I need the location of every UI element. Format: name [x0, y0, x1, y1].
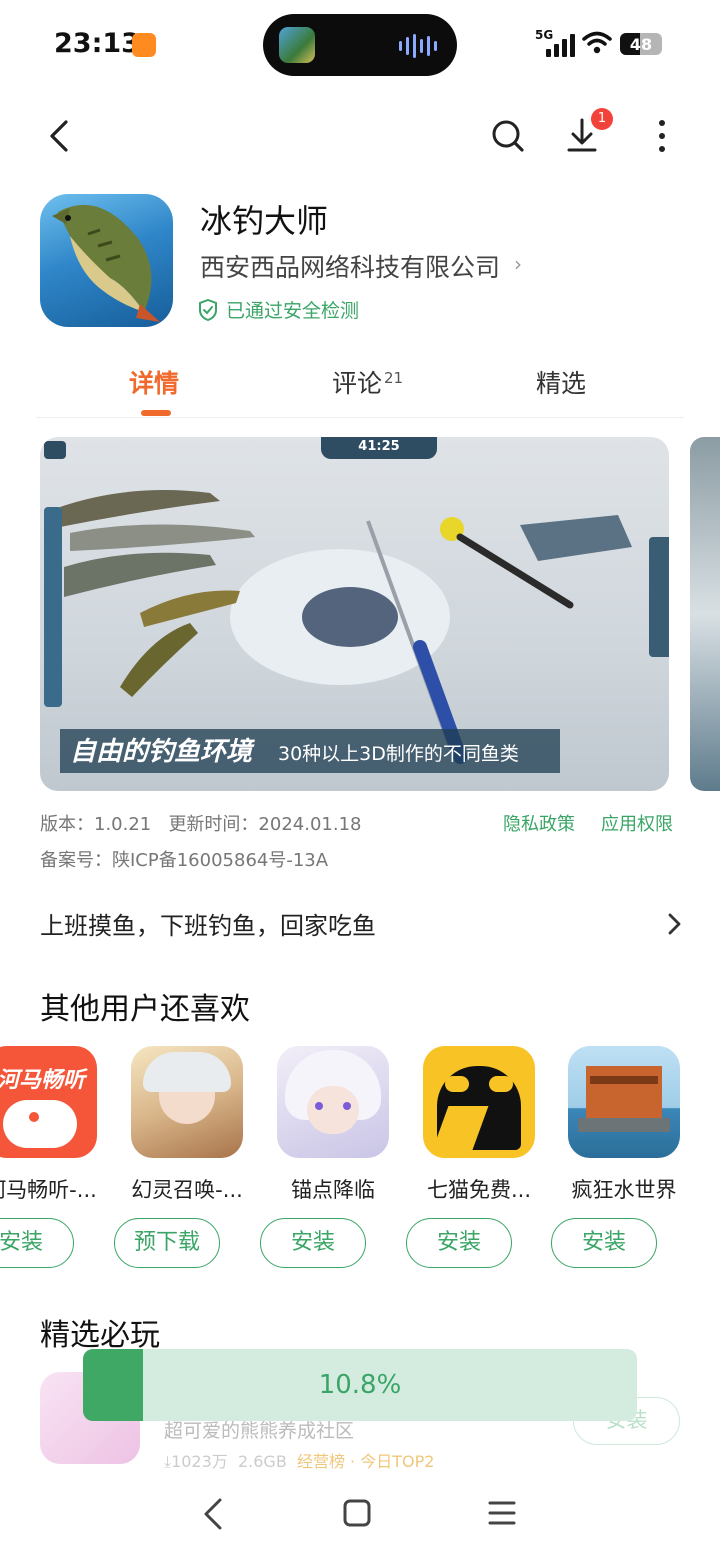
anime-white-hair-icon [277, 1046, 389, 1158]
download-count-badge: 1 [591, 108, 613, 130]
version-info: 版本：1.0.21 更新时间：2024.01.18 [40, 810, 362, 836]
rec-app-name: 河马畅听-... [0, 1178, 97, 1202]
rec-app-5[interactable]: 疯狂水世界 安装 [551, 1046, 680, 1268]
rec-app-name: 幻灵召唤-... [131, 1178, 243, 1202]
safety-badge[interactable]: 已通过安全检测 [198, 296, 359, 323]
app-permissions-link[interactable]: 应用权限 [601, 810, 673, 836]
fish-icon [52, 204, 160, 322]
featured-downloads: ⤓1023万 [164, 1452, 228, 1471]
featured-size: 2.6GB [237, 1452, 287, 1471]
dynamic-island[interactable] [263, 14, 457, 76]
chevron-right-icon[interactable] [664, 910, 684, 938]
hippo-icon: 河马畅听 [0, 1046, 97, 1158]
section-title-featured: 精选必玩 [40, 1318, 160, 1353]
top-navigation [0, 100, 720, 172]
battery-percent: 48 [629, 35, 653, 54]
screenshot-caption-title: 自由的钓鱼环境 [70, 737, 253, 767]
privacy-policy-link[interactable]: 隐私政策 [503, 810, 575, 836]
pre-download-button[interactable]: 预下载 [114, 1218, 220, 1268]
depth-gauge [44, 507, 62, 707]
app-icon [40, 194, 173, 327]
battery-icon: 48 [620, 33, 662, 55]
install-button[interactable]: 安装 [551, 1218, 657, 1268]
audio-wave-icon [399, 34, 437, 58]
install-button[interactable]: 安装 [260, 1218, 366, 1268]
notification-app-icon [132, 33, 156, 57]
tab-details-label: 详情 [129, 369, 180, 398]
tab-featured[interactable]: 精选 [536, 364, 586, 400]
rec-app-name: 疯狂水世界 [571, 1178, 677, 1202]
search-icon[interactable] [486, 114, 530, 158]
rec-app-2[interactable]: 幻灵召唤-... 预下载 [114, 1046, 243, 1268]
status-time: 23:13 [54, 28, 140, 59]
island-app-thumbnail [279, 27, 315, 63]
update-time-text: 更新时间：2024.01.18 [168, 814, 362, 835]
featured-rank-tag: 经营榜 · 今日TOP2 [296, 1452, 435, 1471]
version-text: 版本：1.0.21 [40, 814, 152, 835]
screenshot-caption-subtitle: 30种以上3D制作的不同鱼类 [278, 743, 519, 765]
developer-name[interactable]: 西安西品网络科技有限公司 [200, 248, 500, 284]
nav-home-icon[interactable] [342, 1498, 372, 1528]
rec-app-4[interactable]: 七猫免费... 安装 [406, 1046, 535, 1268]
tab-details[interactable]: 详情 [129, 364, 179, 400]
signal-icon [546, 33, 575, 57]
more-options-icon[interactable] [640, 114, 684, 158]
active-tab-indicator [141, 410, 171, 416]
safety-text: 已通过安全检测 [226, 300, 360, 322]
hippo-icon-text: 河马畅听 [0, 1068, 85, 1093]
tab-reviews[interactable]: 评论 21 [332, 364, 403, 400]
raft-house-icon [568, 1046, 680, 1158]
rec-app-3[interactable]: 锚点降临 安装 [260, 1046, 389, 1268]
chevron-right-icon[interactable]: › [514, 252, 522, 276]
download-progress-text: 10.8% [318, 1370, 402, 1400]
review-count: 21 [384, 368, 404, 387]
anime-girl-icon [131, 1046, 243, 1158]
section-title-others-like: 其他用户还喜欢 [40, 992, 250, 1027]
app-title: 冰钓大师 [200, 202, 329, 240]
rec-app-name: 七猫免费... [426, 1178, 532, 1202]
wifi-icon [582, 31, 612, 54]
game-timer: 41:25 [321, 437, 437, 459]
nav-menu-icon[interactable] [488, 1500, 516, 1526]
featured-app-meta: ⤓1023万 2.6GB 经营榜 · 今日TOP2 [164, 1448, 434, 1472]
screenshot-2[interactable] [690, 437, 720, 791]
back-arrow-icon[interactable] [40, 114, 84, 158]
tab-bar: 详情 评论 21 精选 [36, 352, 684, 418]
tool-panel [649, 537, 669, 657]
tab-reviews-label: 评论 [332, 369, 383, 398]
icp-text: 备案号：陕ICP备16005864号-13A [40, 850, 329, 871]
screenshot-1[interactable]: 41:25 自由的钓鱼环境 30种以上3D制作的不同鱼类 [40, 437, 669, 791]
pause-icon [44, 441, 66, 459]
rec-app-name: 锚点降临 [291, 1178, 375, 1202]
tab-featured-label: 精选 [536, 369, 587, 398]
shield-check-icon [199, 298, 217, 321]
black-cat-icon [423, 1046, 535, 1158]
install-button[interactable]: 安装 [406, 1218, 512, 1268]
status-bar: 23:13 5G 48 [0, 0, 720, 92]
download-progress-button[interactable]: 10.8% [83, 1349, 637, 1421]
rec-app-1[interactable]: 河马畅听 河马畅听-... 安装 [0, 1046, 97, 1268]
install-button[interactable]: 安装 [0, 1218, 74, 1268]
system-navigation-bar [0, 1480, 720, 1559]
app-description[interactable]: 上班摸鱼，下班钓鱼，回家吃鱼 [40, 906, 376, 941]
nav-back-icon[interactable] [200, 1496, 228, 1532]
